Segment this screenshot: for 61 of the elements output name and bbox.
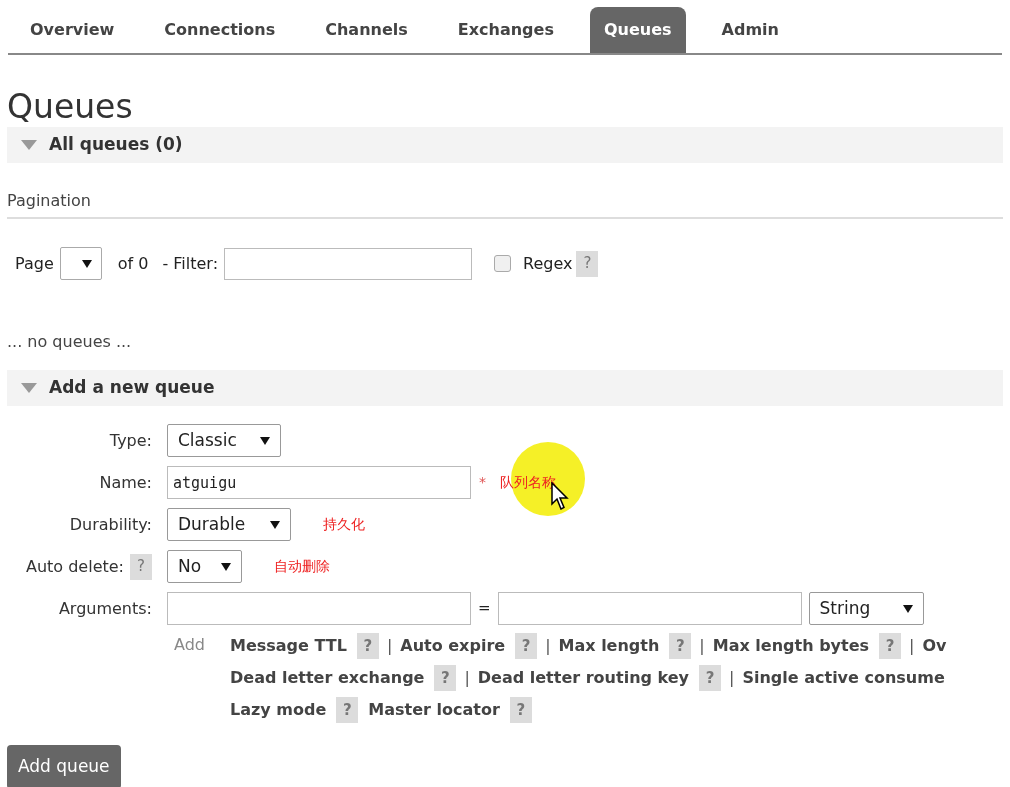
separator-text: | (729, 667, 735, 689)
add-argument-link[interactable]: Add (174, 633, 230, 723)
regex-label: Regex (523, 252, 573, 275)
field-label: Type: (109, 429, 152, 452)
dropdown-select[interactable]: Classic (167, 424, 281, 457)
nav-tab[interactable]: Queues (589, 7, 686, 53)
collapse-triangle-icon[interactable] (21, 140, 37, 150)
collapse-triangle-icon[interactable] (21, 383, 37, 393)
argument-value-input[interactable] (497, 592, 802, 625)
nav-tab[interactable]: Overview (16, 7, 129, 53)
add-queue-button[interactable]: Add queue (7, 745, 121, 787)
separator-text: | (386, 635, 393, 657)
nav-tab[interactable]: Channels (311, 7, 422, 53)
page-label: Page (15, 252, 54, 275)
page-select[interactable] (59, 247, 102, 280)
argument-shortcut-link[interactable]: Max length bytes (712, 634, 870, 658)
field-label: Auto delete: (25, 555, 124, 578)
argument-key-input[interactable] (167, 592, 471, 625)
pagination-heading: Pagination (7, 189, 1003, 219)
argument-shortcut-link[interactable]: Dead letter routing key (477, 666, 690, 690)
section-title: All queues (0) (49, 133, 183, 157)
regex-checkbox[interactable] (494, 255, 511, 272)
caret-icon (81, 259, 92, 268)
dropdown-select[interactable]: String (808, 592, 924, 625)
caret-icon (902, 604, 913, 613)
nav-tab[interactable]: Exchanges (443, 7, 568, 53)
annotation-note: 自动删除 (274, 557, 330, 576)
separator-text: | (699, 635, 705, 657)
separator-text: | (545, 635, 551, 657)
page-count: of 0 (117, 252, 149, 275)
field-label: Arguments: (58, 597, 152, 620)
argument-shortcut-link[interactable]: Single active consume (742, 666, 945, 690)
field-label: Durability: (69, 513, 152, 536)
nav-tab[interactable]: Connections (150, 7, 290, 53)
argument-shortcut-link[interactable]: Lazy mode (230, 698, 327, 722)
argument-shortcut-link[interactable]: Master locator (368, 698, 500, 722)
argument-shortcut-link[interactable]: Dead letter exchange (230, 666, 425, 690)
dropdown-select[interactable]: Durable (167, 508, 291, 541)
field-label: Name: (99, 471, 152, 494)
nav-tab[interactable]: Admin (707, 7, 793, 53)
argument-shortcut-link[interactable]: Message TTL (230, 634, 347, 658)
annotation-note: 持久化 (323, 515, 365, 534)
filter-input[interactable] (224, 247, 472, 280)
name-input[interactable]: atguigu (167, 466, 471, 499)
page-title: Queues (7, 87, 134, 127)
caret-icon (221, 562, 231, 571)
filter-label: - Filter: (162, 252, 218, 275)
required-mark: * (479, 473, 486, 492)
separator-text: | (909, 635, 915, 657)
section-header[interactable]: Add a new queue (7, 370, 1003, 406)
separator-text: | (464, 667, 470, 689)
equals-sign: = (478, 598, 491, 620)
dropdown-select[interactable]: No (167, 550, 242, 583)
empty-message: ... no queues ... (7, 331, 133, 353)
section-header[interactable]: All queues (0) (7, 127, 1003, 163)
caret-icon (270, 520, 280, 529)
argument-shortcut-link[interactable]: Max length (558, 634, 660, 658)
caret-icon (260, 436, 270, 445)
section-title: Add a new queue (49, 376, 215, 400)
argument-shortcut-link[interactable]: Ov (922, 634, 947, 658)
argument-shortcut-link[interactable]: Auto expire (400, 634, 506, 658)
